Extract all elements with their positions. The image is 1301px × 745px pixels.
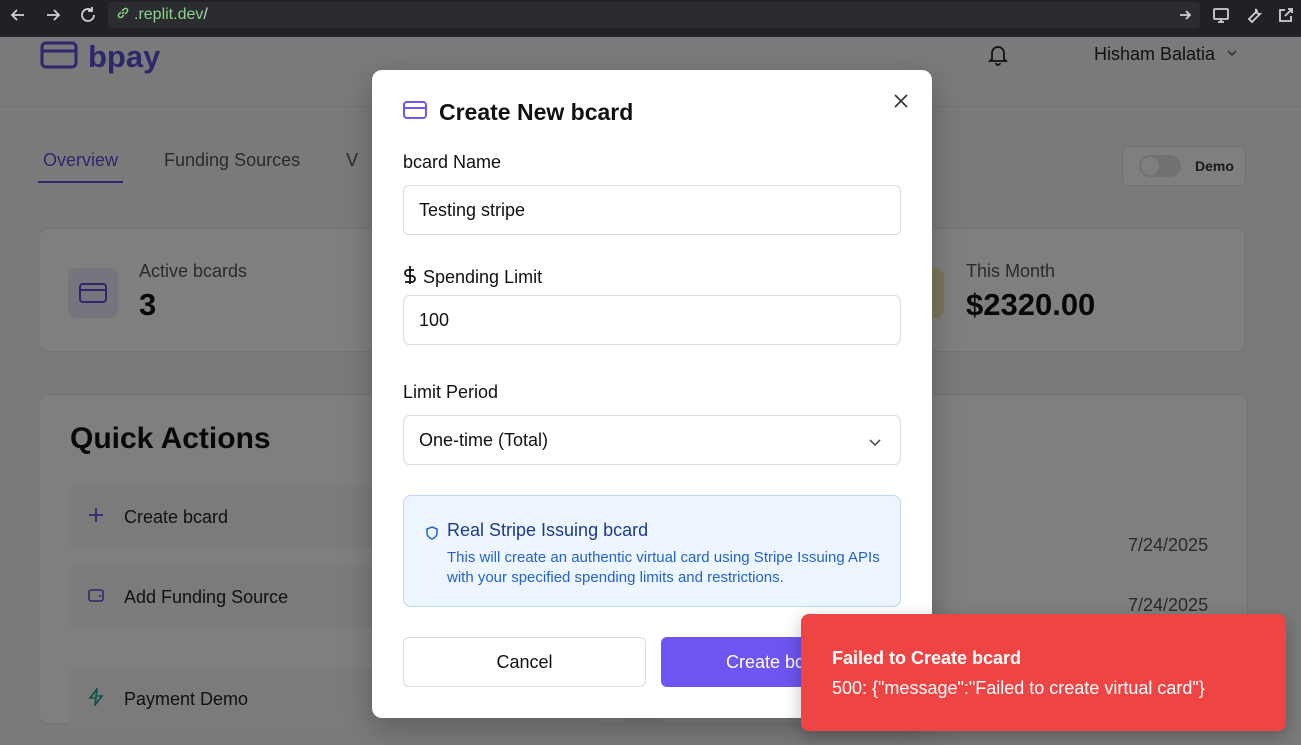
info-title: Real Stripe Issuing bcard	[447, 520, 649, 540]
info-text: This will create an authentic virtual ca…	[447, 549, 880, 586]
forward-icon[interactable]	[44, 6, 62, 24]
bcard-name-input[interactable]: Testing stripe	[403, 185, 901, 235]
monitor-icon[interactable]	[1212, 6, 1230, 24]
shield-icon	[426, 526, 438, 545]
browser-toolbar: .replit.dev /	[0, 0, 1301, 37]
card-icon	[403, 101, 427, 124]
modal-title: Create New bcard	[439, 99, 634, 125]
limit-period-select[interactable]: One-time (Total)	[403, 415, 901, 465]
cancel-button[interactable]: Cancel	[403, 637, 646, 687]
reload-icon[interactable]	[79, 6, 97, 24]
url-domain: .replit.dev	[134, 6, 204, 23]
open-external-icon[interactable]	[1277, 6, 1295, 24]
close-icon[interactable]	[892, 92, 910, 110]
back-icon[interactable]	[9, 6, 27, 24]
spending-limit-value: 100	[419, 309, 450, 330]
bcard-name-label: bcard Name	[403, 152, 502, 172]
link-icon	[116, 6, 130, 25]
bcard-name-value: Testing stripe	[419, 199, 526, 220]
toast-title: Failed to Create bcard	[832, 648, 1022, 668]
toast-message: 500: {"message":"Failed to create virtua…	[832, 678, 1205, 698]
limit-period-label: Limit Period	[403, 382, 499, 402]
limit-period-value: One-time (Total)	[419, 429, 549, 450]
spending-limit-label-row: Spending Limit	[403, 265, 542, 290]
stripe-info-box: Real Stripe Issuing bcard This will crea…	[403, 495, 901, 607]
spending-limit-label: Spending Limit	[423, 267, 543, 287]
modal-header: Create New bcard	[403, 99, 633, 126]
go-icon[interactable]	[1176, 6, 1194, 24]
dollar-icon	[403, 265, 417, 290]
chevron-down-icon	[868, 433, 882, 454]
url-path: /	[203, 6, 208, 23]
spending-limit-input[interactable]: 100	[403, 295, 901, 345]
wrench-icon[interactable]	[1245, 6, 1263, 24]
error-toast[interactable]: Failed to Create bcard 500: {"message":"…	[801, 614, 1286, 731]
address-bar[interactable]: .replit.dev /	[108, 2, 1200, 28]
